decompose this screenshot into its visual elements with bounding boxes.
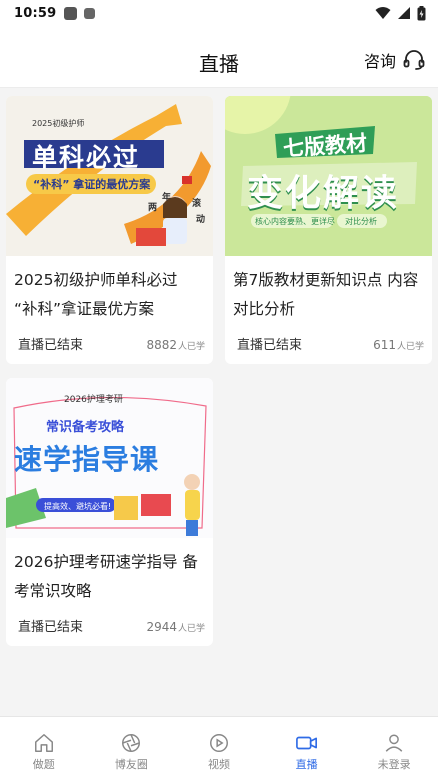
course-meta: 直播已结束 2944人已学: [6, 616, 213, 640]
thumb-headline: 速学指导课: [14, 443, 160, 476]
course-card[interactable]: 2025初级护师 单科必过 “补科” 拿证的最优方案 两 年 滚 动 2025初…: [6, 96, 213, 364]
play-circle-icon: [210, 734, 228, 752]
thumb-tagline: “补科” 拿证的最优方案: [33, 178, 151, 191]
course-title: 第7版教材更新知识点 内容对比分析: [233, 271, 419, 318]
learner-count-number: 8882: [146, 338, 177, 352]
thumb-side-2: 年: [162, 193, 172, 203]
battery-icon: [417, 5, 426, 20]
thumb-tag-1: 提高效、避坑必看!: [44, 502, 112, 511]
app-notification-icon: [84, 7, 96, 19]
tab-label: 做题: [32, 758, 55, 771]
tab-practice[interactable]: 做题: [0, 717, 88, 780]
tab-label: 视频: [207, 758, 230, 771]
live-status: 直播已结束: [18, 338, 84, 353]
course-card[interactable]: 2026护理考研 常识备考攻略 速学指导课 提高效、避坑必看! 2026护理考研…: [6, 378, 213, 646]
consult-button[interactable]: 咨询: [364, 48, 426, 72]
tab-profile[interactable]: 未登录: [350, 717, 438, 780]
page-header: 直播 咨询: [0, 26, 438, 88]
course-meta: 直播已结束 611人已学: [225, 334, 432, 358]
status-bar: 10:59: [0, 0, 438, 26]
learner-count-unit: 人已学: [177, 342, 205, 352]
thumb-subtitle: 2026护理考研: [64, 395, 123, 405]
learner-count-unit: 人已学: [177, 624, 205, 634]
consult-label: 咨询: [363, 52, 396, 71]
video-camera-icon: [295, 736, 317, 750]
course-thumbnail: 2026护理考研 常识备考攻略 速学指导课 提高效、避坑必看!: [6, 378, 213, 538]
thumb-side-1: 两: [148, 203, 158, 213]
tab-label: 直播: [295, 758, 318, 771]
course-thumbnail: 2025初级护师 单科必过 “补科” 拿证的最优方案 两 年 滚 动: [6, 96, 213, 256]
course-thumbnail: 七版教材 变化解读 核心内容要熟、更详尽 对比分析: [225, 96, 432, 256]
thumb-tag-1: 核心内容要熟、更详尽: [255, 217, 335, 226]
thumb-headline: 变化解读: [247, 173, 400, 214]
course-meta: 直播已结束 8882人已学: [6, 334, 213, 358]
tab-label: 博友圈: [114, 758, 148, 771]
tab-live[interactable]: 直播: [263, 717, 351, 780]
notification-icon: [64, 6, 78, 20]
tab-label: 未登录: [377, 758, 411, 771]
learner-count: 8882人已学: [146, 338, 205, 352]
thumb-headline: 单科必过: [32, 143, 141, 172]
learner-count-number: 2944: [146, 620, 177, 634]
course-title: 2026护理考研速学指导 备考常识攻略: [14, 553, 198, 600]
bottom-tab-bar: 做题 博友圈 视频 直播 未登录: [0, 716, 438, 780]
live-status: 直播已结束: [237, 338, 303, 353]
learner-count-number: 611: [373, 338, 396, 352]
tab-video[interactable]: 视频: [175, 717, 263, 780]
signal-icon: [398, 7, 410, 19]
live-status: 直播已结束: [18, 620, 84, 635]
course-title: 2025初级护师单科必过 “补科”拿证最优方案: [14, 271, 178, 318]
tab-community[interactable]: 博友圈: [88, 717, 176, 780]
learner-count-unit: 人已学: [396, 342, 424, 352]
aperture-icon: [122, 734, 141, 752]
status-time: 10:59: [14, 5, 57, 21]
thumb-side-4: 动: [196, 215, 206, 225]
learner-count: 2944人已学: [146, 620, 205, 634]
thumb-subtitle: 2025初级护师: [32, 119, 85, 128]
course-card[interactable]: 七版教材 变化解读 核心内容要熟、更详尽 对比分析 第7版教材更新知识点 内容对…: [225, 96, 432, 364]
wifi-icon: [375, 7, 391, 19]
user-icon: [385, 734, 403, 752]
learner-count: 611人已学: [373, 338, 424, 352]
thumb-tag-2: 对比分析: [345, 217, 377, 226]
thumb-side-3: 滚: [192, 199, 202, 209]
home-icon: [34, 734, 53, 752]
thumb-tagline: 常识备考攻略: [46, 420, 125, 435]
thumb-badge: 七版教材: [282, 131, 368, 161]
headset-icon: [403, 50, 425, 70]
